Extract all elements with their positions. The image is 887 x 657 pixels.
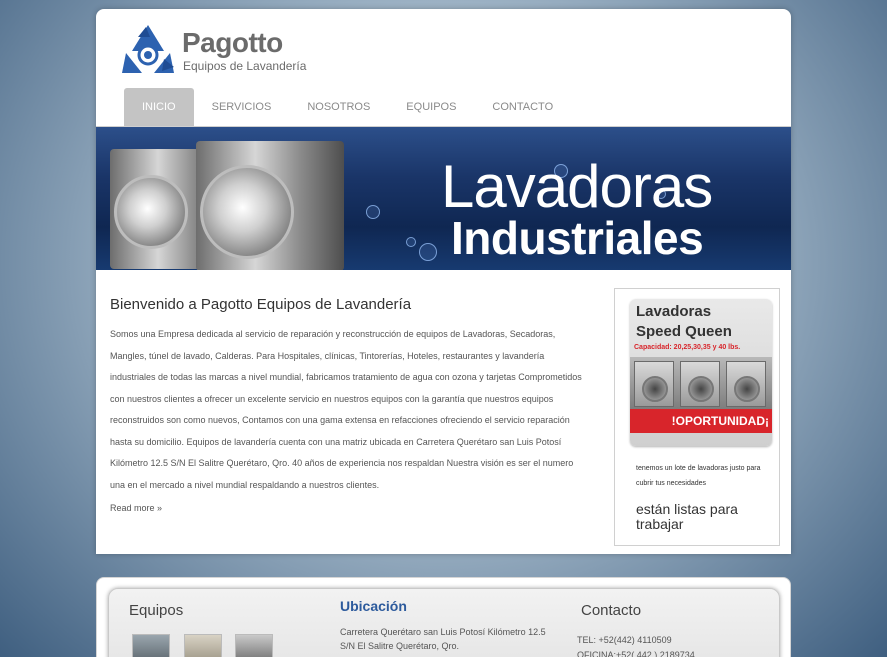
main-nav: INICIO SERVICIOS NOSOTROS EQUIPOS CONTAC… [124,88,571,126]
promo-opportunity-band: !OPORTUNIDAD¡ [630,409,772,433]
promo-heading-2: Speed Queen [636,323,732,340]
bubble-decoration [366,205,380,219]
equipos-thumbnail[interactable] [184,634,222,657]
footer-ubicacion-title: Ubicación [340,598,407,614]
equipos-thumbnail[interactable] [132,634,170,657]
promo-heading-1: Lavadoras [636,303,712,320]
washer-door-image [734,376,760,402]
footer-equipos-title: Equipos [129,602,184,619]
brand-tagline: Equipos de Lavandería [183,59,307,73]
read-more-link[interactable]: Read more » [110,503,162,513]
bubble-decoration [419,243,437,261]
logo[interactable]: Pagotto Equipos de Lavandería [120,21,310,77]
bubble-decoration [406,237,416,247]
welcome-title: Bienvenido a Pagotto Equipos de Lavander… [110,296,412,313]
promo-card[interactable]: Lavadoras Speed Queen Capacidad: 20,25,3… [630,299,772,446]
recycle-logo-icon [122,25,174,73]
banner-title-line1: Lavadoras [441,153,713,220]
footer: Equipos Ubicación Carretera Querétaro sa… [96,577,791,657]
hero-banner: Lavadoras Industriales [96,127,791,270]
nav-nosotros[interactable]: NOSOTROS [289,88,388,126]
washer-image [634,361,674,407]
washer-image [680,361,720,407]
footer-panel: Equipos Ubicación Carretera Querétaro sa… [108,588,780,657]
nav-equipos[interactable]: EQUIPOS [388,88,474,126]
washers-image [630,357,772,409]
banner-title-line2: Industriales [451,212,704,264]
promo-tagline: están listas para trabajar [636,501,738,532]
equipos-thumbnail[interactable] [235,634,273,657]
promo-description: tenemos un lote de lavadoras justo para … [636,465,761,487]
washer-image [726,361,766,407]
promo-capacity: Capacidad: 20,25,30,35 y 40 lbs. [634,344,741,351]
nav-contacto[interactable]: CONTACTO [474,88,571,126]
welcome-body: Somos una Empresa dedicada al servicio d… [110,329,582,490]
footer-tel: TEL: +52(442) 4110509 [577,635,672,645]
footer-ubicacion-text: Carretera Querétaro san Luis Potosí Kiló… [340,627,546,651]
washer-drum-image [114,175,188,249]
washer-door-image [688,376,714,402]
brand-name: Pagotto [182,27,283,58]
nav-inicio[interactable]: INICIO [124,88,194,126]
page-container: Pagotto Equipos de Lavandería INICIO SER… [96,9,791,554]
promo-sidebar: Lavadoras Speed Queen Capacidad: 20,25,3… [614,288,780,546]
footer-oficina: OFICINA:+52( 442 ) 2189734 [577,650,695,657]
footer-contacto-title: Contacto [581,602,642,619]
footer-contact-info: TEL: +52(442) 4110509 OFICINA:+52( 442 )… [577,633,695,657]
nav-servicios[interactable]: SERVICIOS [194,88,290,126]
washer-door-image [642,376,668,402]
washer-drum-image [200,165,294,259]
